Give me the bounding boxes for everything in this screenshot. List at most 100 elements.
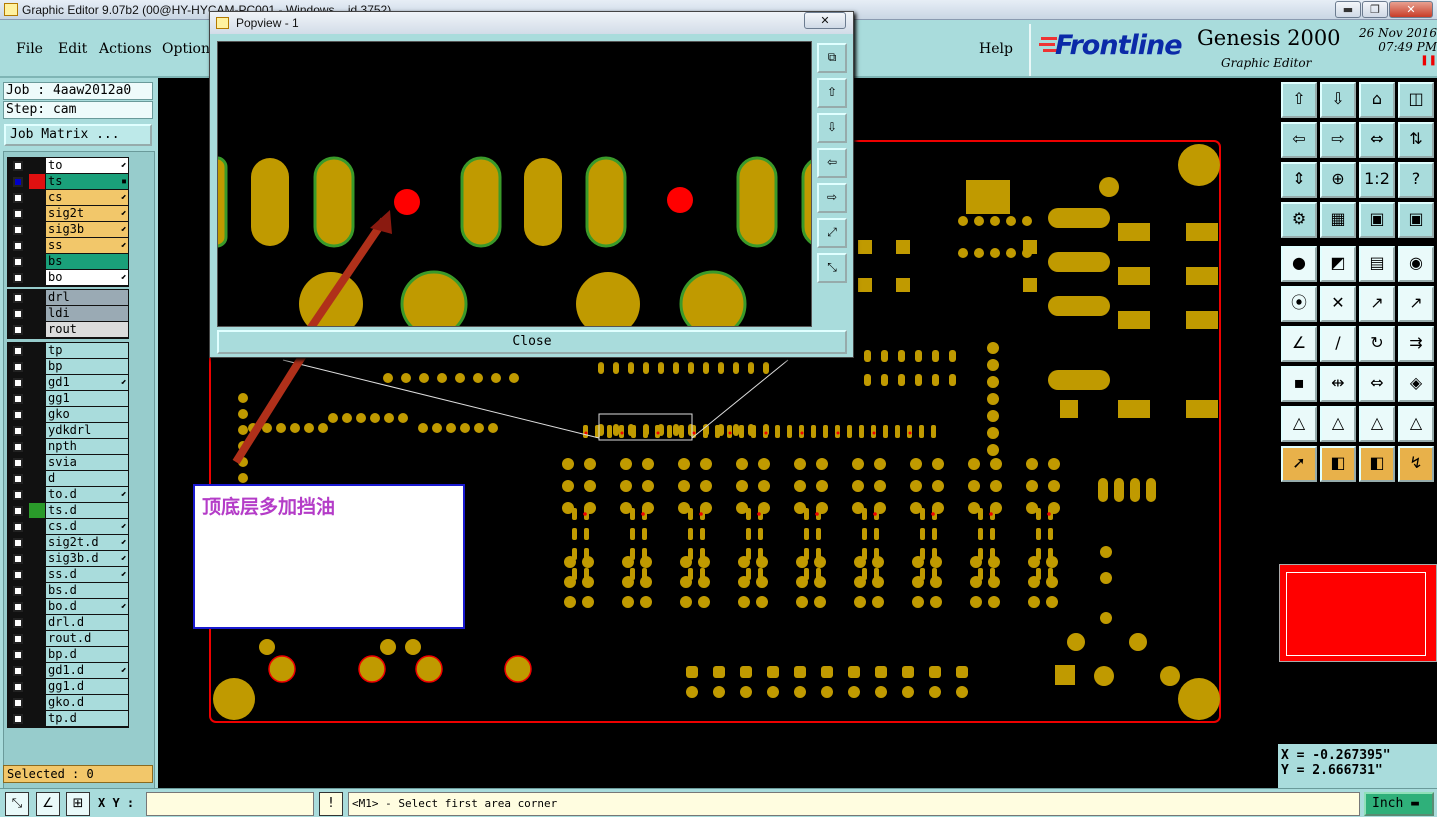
tool-button-16[interactable]: ▣ (1398, 202, 1434, 238)
layer-name[interactable]: ldi (46, 306, 128, 321)
layer-name[interactable]: tp (46, 343, 128, 358)
tool-button-13[interactable]: ⚙ (1281, 202, 1317, 238)
layer-name[interactable]: cs.d ⬋ (46, 519, 128, 534)
layer-row-gg1-d[interactable]: gg1.d (8, 679, 128, 695)
layer-color-swatch[interactable] (29, 663, 45, 678)
layer-name[interactable]: gg1 (46, 391, 128, 406)
layer-name[interactable]: npth (46, 439, 128, 454)
layer-color-swatch[interactable] (29, 679, 45, 694)
tool-button-21[interactable]: ⦿ (1281, 286, 1317, 322)
layer-row-tp[interactable]: tp (8, 343, 128, 359)
layer-row-gd1-d[interactable]: gd1.d ⬋ (8, 663, 128, 679)
tool-button-20[interactable]: ◉ (1398, 246, 1434, 282)
layer-checkbox[interactable] (13, 209, 23, 219)
layer-name[interactable]: bp (46, 359, 128, 374)
layer-checkbox[interactable] (13, 410, 23, 420)
menu-help[interactable]: Help (979, 41, 1013, 57)
tool-button-34[interactable]: △ (1320, 406, 1356, 442)
layer-checkbox[interactable] (13, 634, 23, 644)
layer-row-ts-d[interactable]: ts.d (8, 503, 128, 519)
layer-checkbox[interactable] (13, 490, 23, 500)
tool-button-25[interactable]: ∠ (1281, 326, 1317, 362)
popview-tool-2[interactable]: ⇧ (817, 78, 847, 108)
tool-button-7[interactable]: ⇔ (1359, 122, 1395, 158)
layer-checkbox[interactable] (13, 225, 23, 235)
layer-color-swatch[interactable] (29, 290, 45, 305)
tool-button-24[interactable]: ↗ (1398, 286, 1434, 322)
layer-color-swatch[interactable] (29, 439, 45, 454)
layer-row-bo-d[interactable]: bo.d ⬋ (8, 599, 128, 615)
tool-button-17[interactable]: ● (1281, 246, 1317, 282)
tool-button-6[interactable]: ⇨ (1320, 122, 1356, 158)
layer-checkbox[interactable] (13, 506, 23, 516)
tool-button-35[interactable]: △ (1359, 406, 1395, 442)
tool-button-19[interactable]: ▤ (1359, 246, 1395, 282)
tool-button-1[interactable]: ⇧ (1281, 82, 1317, 118)
layer-checkbox[interactable] (13, 378, 23, 388)
layer-color-swatch[interactable] (29, 359, 45, 374)
layer-checkbox[interactable] (13, 161, 23, 171)
layer-name[interactable]: d (46, 471, 128, 486)
layer-color-swatch[interactable] (29, 583, 45, 598)
layer-color-swatch[interactable] (29, 174, 45, 189)
layer-row-cs[interactable]: cs ⬋ (8, 190, 128, 206)
tool-button-37[interactable]: ➚ (1281, 446, 1317, 482)
layer-name[interactable]: drl.d (46, 615, 128, 630)
layer-row-sig2t-d[interactable]: sig2t.d ⬋ (8, 535, 128, 551)
layer-name[interactable]: ydkdrl (46, 423, 128, 438)
layer-color-swatch[interactable] (29, 599, 45, 614)
layer-name[interactable]: ss ⬋ (46, 238, 128, 253)
layer-name[interactable]: gg1.d (46, 679, 128, 694)
tool-button-9[interactable]: ⇕ (1281, 162, 1317, 198)
layer-row-ss-d[interactable]: ss.d ⬋ (8, 567, 128, 583)
tool-button-32[interactable]: ◈ (1398, 366, 1434, 402)
layer-color-swatch[interactable] (29, 631, 45, 646)
layer-color-swatch[interactable] (29, 471, 45, 486)
popview-tool-4[interactable]: ⇦ (817, 148, 847, 178)
layer-row-to[interactable]: to ⬋ (8, 158, 128, 174)
layer-name[interactable]: rout (46, 322, 128, 337)
layer-row-svia[interactable]: svia (8, 455, 128, 471)
layer-color-swatch[interactable] (29, 615, 45, 630)
popview-close-button[interactable]: Close (217, 330, 847, 354)
layer-color-swatch[interactable] (29, 206, 45, 221)
popview-canvas[interactable] (217, 41, 812, 327)
tool-button-18[interactable]: ◩ (1320, 246, 1356, 282)
minimize-button[interactable]: ▬ (1335, 1, 1361, 18)
measure-icon[interactable]: ∠ (36, 792, 60, 816)
layer-color-swatch[interactable] (29, 343, 45, 358)
layer-checkbox[interactable] (13, 426, 23, 436)
layer-row-sig3b[interactable]: sig3b ⬋ (8, 222, 128, 238)
layer-name[interactable]: bp.d (46, 647, 128, 662)
layer-color-swatch[interactable] (29, 270, 45, 285)
units-selector[interactable]: Inch ▬ (1364, 792, 1434, 816)
layer-checkbox[interactable] (13, 602, 23, 612)
layer-name[interactable]: ts.d (46, 503, 128, 518)
popview-tool-5[interactable]: ⇨ (817, 183, 847, 213)
layer-color-swatch[interactable] (29, 158, 45, 173)
layer-checkbox[interactable] (13, 554, 23, 564)
tool-button-36[interactable]: △ (1398, 406, 1434, 442)
layer-row-ldi[interactable]: ldi (8, 306, 128, 322)
xy-input[interactable] (146, 792, 314, 816)
layer-checkbox[interactable] (13, 309, 23, 319)
layer-row-rout-d[interactable]: rout.d (8, 631, 128, 647)
layer-color-swatch[interactable] (29, 711, 45, 726)
tool-button-11[interactable]: 1:2 (1359, 162, 1395, 198)
layer-checkbox[interactable] (13, 394, 23, 404)
layer-name[interactable]: svia (46, 455, 128, 470)
layer-color-swatch[interactable] (29, 535, 45, 550)
layer-checkbox[interactable] (13, 458, 23, 468)
layer-name[interactable]: sig2t.d ⬋ (46, 535, 128, 550)
tool-button-5[interactable]: ⇦ (1281, 122, 1317, 158)
layer-checkbox[interactable] (13, 650, 23, 660)
layer-checkbox[interactable] (13, 177, 23, 187)
layer-color-swatch[interactable] (29, 306, 45, 321)
layer-checkbox[interactable] (13, 586, 23, 596)
tool-button-15[interactable]: ▣ (1359, 202, 1395, 238)
tool-button-8[interactable]: ⇅ (1398, 122, 1434, 158)
layer-checkbox[interactable] (13, 570, 23, 580)
layer-name[interactable]: bs.d (46, 583, 128, 598)
layer-color-swatch[interactable] (29, 567, 45, 582)
tool-button-14[interactable]: ▦ (1320, 202, 1356, 238)
